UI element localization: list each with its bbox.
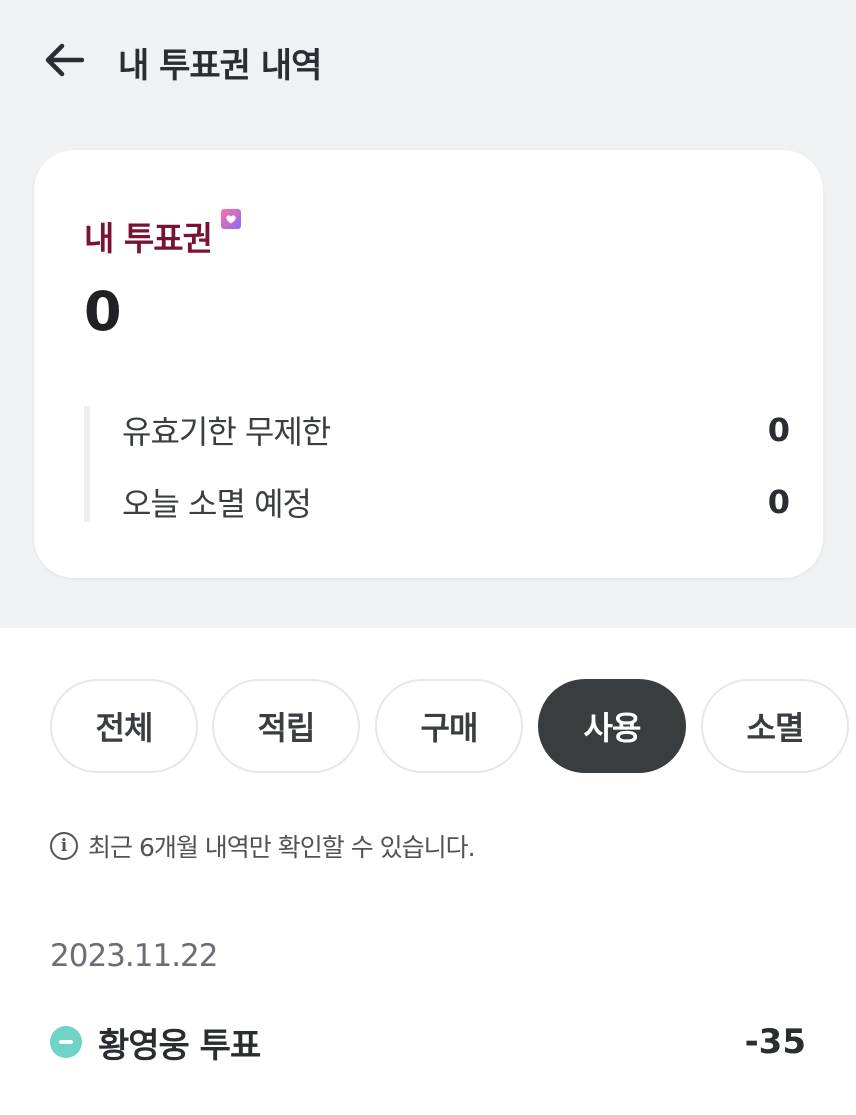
app-header: 내 투표권 내역 xyxy=(0,0,856,120)
list-item[interactable]: 황영웅 투표 -35 xyxy=(50,1014,806,1070)
history-item-name: 황영웅 투표 xyxy=(98,1025,261,1066)
tab-expired[interactable]: 소멸 xyxy=(701,679,849,773)
card-title-label: 내 투표권 xyxy=(84,219,213,258)
tab-all[interactable]: 전체 xyxy=(50,679,198,773)
ticket-details: 유효기한 무제한 0 오늘 소멸 예정 0 xyxy=(84,406,790,523)
card-title: 내 투표권 xyxy=(84,209,242,260)
detail-value: 0 xyxy=(767,411,790,449)
history-item-info: 황영웅 투표 xyxy=(50,1018,261,1067)
minus-circle-icon xyxy=(50,1026,82,1058)
history-date: 2023.11.22 xyxy=(50,938,218,974)
history-item-amount: -35 xyxy=(744,1022,806,1062)
detail-row-unlimited: 유효기한 무제한 0 xyxy=(90,410,790,451)
detail-value: 0 xyxy=(767,483,790,521)
arrow-left-icon xyxy=(45,43,84,77)
heart-ticket-icon xyxy=(220,209,241,229)
ticket-summary-card: 내 투표권 0 유효기한 무제한 0 오늘 소멸 예정 0 xyxy=(34,150,823,578)
tab-purchased[interactable]: 구매 xyxy=(375,679,523,773)
detail-label: 오늘 소멸 예정 xyxy=(122,485,312,523)
page-title: 내 투표권 내역 xyxy=(118,46,322,86)
info-icon: i xyxy=(50,832,78,860)
tab-used[interactable]: 사용 xyxy=(538,679,686,773)
tab-earned[interactable]: 적립 xyxy=(212,679,360,773)
history-notice: i 최근 6개월 내역만 확인할 수 있습니다. xyxy=(50,830,476,862)
detail-row-expiring-today: 오늘 소멸 예정 0 xyxy=(90,482,790,523)
back-button[interactable] xyxy=(38,36,90,84)
notice-text: 최근 6개월 내역만 확인할 수 있습니다. xyxy=(88,833,476,862)
detail-label: 유효기한 무제한 xyxy=(122,413,331,451)
filter-tabs: 전체 적립 구매 사용 소멸 xyxy=(50,679,856,775)
ticket-total: 0 xyxy=(84,280,122,343)
